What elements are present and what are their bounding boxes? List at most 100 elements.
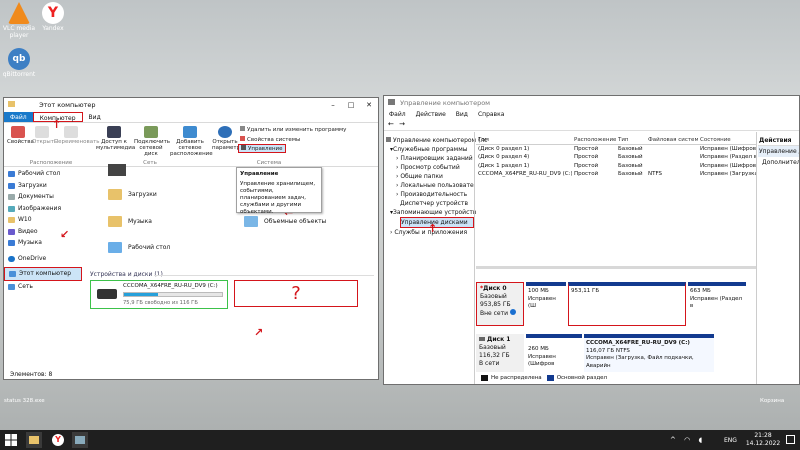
wifi-icon[interactable]: ◠ xyxy=(684,436,690,444)
tree-item[interactable]: ▾Служебные программы xyxy=(386,145,474,154)
clock[interactable]: 21:28 14.12.2022 xyxy=(744,432,782,448)
primary-swatch xyxy=(546,375,554,381)
tree-item[interactable]: › Локальные пользовате xyxy=(386,181,474,190)
folder-music[interactable]: Музыка xyxy=(108,216,152,227)
tab-view[interactable]: Вид xyxy=(83,112,107,122)
column-header[interactable]: Файловая система xyxy=(646,136,698,144)
nav-label: Загрузки xyxy=(18,181,47,189)
manage-tooltip: Управление Управление хранилищем, событи… xyxy=(236,167,322,215)
minimize-icon[interactable]: – xyxy=(324,98,342,112)
tab-file[interactable]: Файл xyxy=(4,112,33,122)
disk1-label[interactable]: Диск 1 Базовый 116,32 ГБ В сети xyxy=(476,334,524,372)
uninstall-link[interactable]: Удалить или изменить программу xyxy=(240,126,346,133)
add-location-button[interactable]: Добавить сетевое расположение xyxy=(170,126,213,157)
nav-item-network[interactable]: Сеть xyxy=(4,281,82,293)
menu-file[interactable]: Файл xyxy=(384,110,411,120)
nav-item-videos[interactable]: Видео xyxy=(4,226,82,238)
tree-label: Просмотр событий xyxy=(400,164,460,171)
menu-action[interactable]: Действие xyxy=(411,110,451,120)
column-header[interactable]: Том xyxy=(476,136,572,144)
nav-item-desktop[interactable]: Рабочий стол xyxy=(4,168,82,180)
desktop-icon-qbittorrent[interactable]: qb qBittorrent xyxy=(2,48,36,79)
volume-icon[interactable]: ◖ xyxy=(698,436,702,444)
nav-item-music[interactable]: Музыка xyxy=(4,237,82,249)
folder-label: Музыка xyxy=(128,218,152,225)
chevron-up-icon[interactable]: ^ xyxy=(670,436,676,444)
tree-label: Планировщик заданий xyxy=(400,155,473,162)
disk-type: Базовый xyxy=(479,344,506,351)
folder-icon xyxy=(108,242,122,253)
manage-label: Управление xyxy=(248,146,283,152)
action-item[interactable]: Управление дисками xyxy=(758,146,799,157)
table-cell: Простой xyxy=(574,154,599,160)
menu-help[interactable]: Справка xyxy=(473,110,509,120)
actions-pane: Действия Управление дисками Дополнительн xyxy=(758,136,799,168)
network-icon xyxy=(8,283,15,290)
desktop-icon-yandex[interactable]: Y Yandex xyxy=(36,2,70,33)
tree-item[interactable]: › Производительность xyxy=(386,190,474,199)
disk1-partition[interactable]: 260 МБ Исправен (Шифров xyxy=(526,334,582,372)
disk1-partition-c[interactable]: CCCOMA_X64FRE_RU-RU_DV9 (C:) 116,07 ГБ N… xyxy=(584,334,714,372)
yandex-icon: Y xyxy=(42,2,64,24)
tree-item[interactable]: ▾Запоминающие устройств xyxy=(386,208,476,217)
language-indicator[interactable]: ENG xyxy=(724,437,737,444)
table-row[interactable]: (Диск 1 раздел 1) Простой Базовый Исправ… xyxy=(476,162,756,171)
nav-item-documents[interactable]: Документы xyxy=(4,191,82,203)
yandex-taskbar-button[interactable]: Y xyxy=(50,432,66,448)
disk0-partition-main[interactable]: 953,11 ГБ xyxy=(568,282,686,326)
column-header[interactable]: Тип xyxy=(616,136,646,144)
explorer-taskbar-button[interactable] xyxy=(26,432,42,448)
folder-3d-objects[interactable]: Объемные объекты xyxy=(244,216,326,227)
notification-icon[interactable] xyxy=(786,435,795,444)
properties-button[interactable]: Свойства xyxy=(7,126,34,145)
maximize-icon[interactable]: □ xyxy=(342,98,360,112)
manage-link[interactable]: Управление xyxy=(238,144,286,153)
column-header[interactable]: Расположение xyxy=(572,136,616,144)
tree-item[interactable]: Диспетчер устройств xyxy=(386,199,474,208)
desktop-icon xyxy=(8,171,15,177)
table-cell xyxy=(646,153,698,162)
menu-view[interactable]: Вид xyxy=(451,110,473,120)
nav-item-onedrive[interactable]: OneDrive xyxy=(4,253,82,265)
nav-item-downloads[interactable]: Загрузки xyxy=(4,180,82,192)
disk0-partition[interactable]: 663 МБ Исправен (Раздел в xyxy=(688,282,746,326)
yandex-icon: Y xyxy=(52,434,64,446)
column-header[interactable]: Состояние xyxy=(698,136,756,144)
table-row[interactable]: (Диск 0 раздел 4) Простой Базовый Исправ… xyxy=(476,153,756,162)
system-props-link[interactable]: Свойства системы xyxy=(240,136,300,143)
tree-item[interactable]: › Просмотр событий xyxy=(386,163,474,172)
nav-item-this-pc[interactable]: Этот компьютер xyxy=(4,267,82,281)
pane-splitter[interactable] xyxy=(476,266,756,269)
table-row[interactable]: (Диск 0 раздел 1) Простой Базовый Исправ… xyxy=(476,145,756,154)
open-button[interactable]: Открыть xyxy=(32,126,57,145)
map-drive-button[interactable]: Подключить сетевой диск xyxy=(134,126,170,157)
tree-item[interactable]: › Планировщик заданий xyxy=(386,154,474,163)
action-item[interactable]: Дополнительн xyxy=(758,157,799,168)
folder-downloads[interactable]: Загрузки xyxy=(108,189,157,200)
desktop-icon-vlc[interactable]: VLC media player xyxy=(2,2,36,39)
mgmt-taskbar-button[interactable] xyxy=(72,432,88,448)
tree-item[interactable]: Управление компьютером (лс xyxy=(386,136,487,145)
mgmt-titlebar: Управление компьютером xyxy=(384,96,799,110)
folder-desktop[interactable]: Рабочий стол xyxy=(108,242,170,253)
forward-icon[interactable]: → xyxy=(399,120,405,128)
mgmt-icon xyxy=(388,99,395,105)
table-cell xyxy=(646,145,698,154)
back-icon[interactable]: ← xyxy=(388,120,394,128)
start-button[interactable] xyxy=(3,432,19,448)
media-access-button[interactable]: Доступ к мультимедиа xyxy=(96,126,135,151)
drive-tile[interactable]: CCCOMA_X64FRE_RU-RU_DV9 (C:) 75,9 ГБ сво… xyxy=(90,280,228,309)
devices-divider xyxy=(154,275,374,276)
close-icon[interactable]: ✕ xyxy=(360,98,378,112)
computer-icon xyxy=(9,271,16,277)
disk0-label[interactable]: *Диск 0 Базовый 953,85 ГБ Вне сети xyxy=(476,282,524,326)
table-row[interactable]: CCCOMA_X64FRE_RU-RU_DV9 (C:) Простой Баз… xyxy=(476,170,756,179)
table-cell: Базовый xyxy=(618,162,643,169)
tree-item[interactable]: › Общие папки xyxy=(386,172,474,181)
nav-item-w10[interactable]: W10 xyxy=(4,214,82,226)
disk0-partition[interactable]: 100 МБ Исправен (Ш xyxy=(526,282,566,326)
open-params-button[interactable]: Открыть параметры xyxy=(212,126,244,151)
computer-icon xyxy=(75,436,85,444)
nav-item-pictures[interactable]: Изображения xyxy=(4,203,82,215)
gear-icon xyxy=(218,126,232,138)
